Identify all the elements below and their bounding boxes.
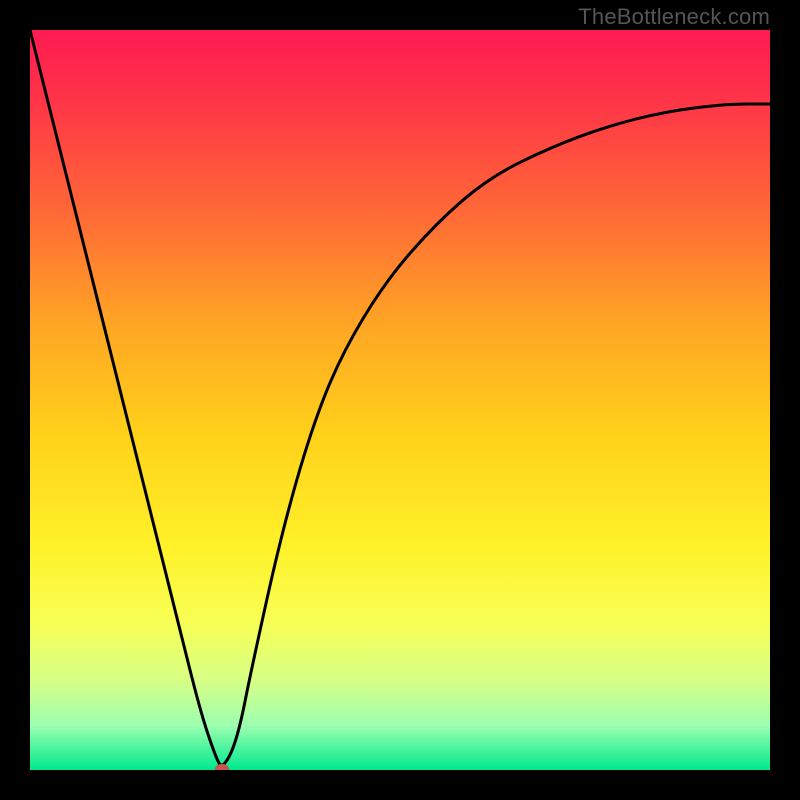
plot-area [30,30,770,770]
chart-curve [30,30,770,770]
minimum-marker [215,764,229,770]
watermark-text: TheBottleneck.com [578,4,770,30]
chart-frame: TheBottleneck.com [0,0,800,800]
